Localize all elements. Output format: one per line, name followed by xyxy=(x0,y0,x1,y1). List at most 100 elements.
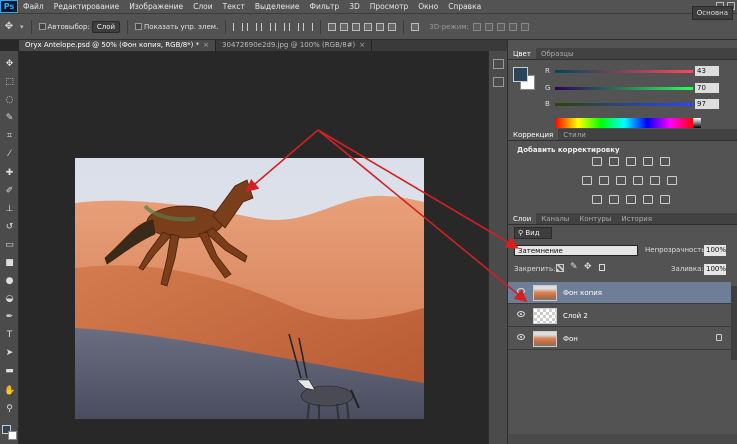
menu-3d[interactable]: 3D xyxy=(344,0,365,13)
3d-slide-icon[interactable] xyxy=(508,22,517,31)
gradient-map-icon[interactable] xyxy=(660,195,670,204)
tab-history[interactable]: История xyxy=(616,213,657,224)
menu-help[interactable]: Справка xyxy=(443,0,486,13)
crop-tool-icon[interactable]: ⌗ xyxy=(4,131,15,141)
eye-icon[interactable] xyxy=(517,288,525,294)
3d-scale-icon[interactable] xyxy=(520,22,529,31)
channel-r-value[interactable]: 43 xyxy=(695,66,719,76)
align-right-icon[interactable] xyxy=(303,22,314,31)
distribute-right-icon[interactable] xyxy=(388,22,397,31)
color-balance-icon[interactable] xyxy=(599,176,609,185)
color-lookup-icon[interactable] xyxy=(667,176,677,185)
3d-roll-icon[interactable] xyxy=(484,22,493,31)
eye-icon[interactable] xyxy=(517,311,525,317)
layer-row-background-copy[interactable]: Фон копия xyxy=(508,282,731,304)
menu-view[interactable]: Просмотр xyxy=(365,0,414,13)
workspace-switcher[interactable]: Основна xyxy=(691,6,733,20)
photo-filter-icon[interactable] xyxy=(633,176,643,185)
channel-b-slider[interactable] xyxy=(555,103,693,106)
hand-tool-icon[interactable]: ✋ xyxy=(4,386,15,396)
distribute-top-icon[interactable] xyxy=(328,22,337,31)
lock-position-icon[interactable]: ✥ xyxy=(584,262,592,272)
exposure-icon[interactable] xyxy=(643,157,653,166)
lock-pixels-icon[interactable]: ✎ xyxy=(570,262,578,272)
fill-input[interactable]: 100% xyxy=(704,264,726,275)
lock-all-icon[interactable] xyxy=(599,264,605,271)
menu-edit[interactable]: Редактирование xyxy=(49,0,124,13)
eyedropper-tool-icon[interactable]: ⁄ xyxy=(4,149,15,159)
menu-layers[interactable]: Слои xyxy=(188,0,218,13)
blur-tool-icon[interactable]: ● xyxy=(4,276,15,286)
close-icon[interactable]: × xyxy=(203,41,209,49)
color-spectrum-ramp[interactable] xyxy=(555,118,693,128)
tab-layers[interactable]: Слои xyxy=(508,213,537,224)
pen-tool-icon[interactable]: ✒ xyxy=(4,312,15,322)
autoselect-dropdown[interactable]: Слой xyxy=(91,20,121,33)
marquee-tool-icon[interactable]: ⬚ xyxy=(4,77,15,87)
distribute-bottom-icon[interactable] xyxy=(352,22,361,31)
move-tool-icon[interactable]: ✥ xyxy=(4,59,15,69)
3d-rotate-icon[interactable] xyxy=(472,22,481,31)
threshold-icon[interactable] xyxy=(626,195,636,204)
align-left-icon[interactable] xyxy=(275,22,286,31)
tab-adjustments[interactable]: Коррекция xyxy=(508,129,559,140)
black-white-icon[interactable] xyxy=(616,176,626,185)
canvas-area[interactable] xyxy=(19,51,507,444)
selective-color-icon[interactable] xyxy=(643,195,653,204)
quick-select-tool-icon[interactable]: ✎ xyxy=(4,113,15,123)
tool-preset-chevron-icon[interactable]: ▾ xyxy=(20,23,24,31)
curves-icon[interactable] xyxy=(626,157,636,166)
zoom-tool-icon[interactable]: ⚲ xyxy=(4,404,15,414)
menu-select[interactable]: Выделение xyxy=(250,0,305,13)
opacity-input[interactable]: 100% xyxy=(704,245,726,256)
channel-g-value[interactable]: 70 xyxy=(695,83,719,93)
menu-file[interactable]: Файл xyxy=(18,0,49,13)
align-hcenter-icon[interactable] xyxy=(289,22,300,31)
channel-g-slider[interactable] xyxy=(555,87,693,90)
levels-icon[interactable] xyxy=(609,157,619,166)
tab-swatches[interactable]: Образцы xyxy=(536,48,579,59)
posterize-icon[interactable] xyxy=(609,195,619,204)
dodge-tool-icon[interactable]: ◒ xyxy=(4,294,15,304)
gradient-tool-icon[interactable]: ■ xyxy=(4,258,15,268)
background-color-swatch[interactable] xyxy=(8,431,17,440)
tab-styles[interactable]: Стили xyxy=(558,129,591,140)
tab-color[interactable]: Цвет xyxy=(508,48,536,59)
show-controls-checkbox[interactable] xyxy=(135,23,143,30)
black-white-ramp[interactable] xyxy=(693,118,701,128)
lock-transparency-icon[interactable] xyxy=(556,264,564,272)
close-icon[interactable]: × xyxy=(359,41,365,49)
align-bottom-icon[interactable] xyxy=(261,22,272,31)
autoselect-checkbox[interactable] xyxy=(38,23,46,30)
stamp-tool-icon[interactable]: ⊥ xyxy=(4,204,15,214)
tab-jpg-image[interactable]: 30472690e2d9.jpg @ 100% (RGB/8#) × xyxy=(216,40,373,51)
menu-text[interactable]: Текст xyxy=(218,0,250,13)
eye-icon[interactable] xyxy=(517,334,525,340)
lasso-tool-icon[interactable]: ◌ xyxy=(4,95,15,105)
layers-scrollbar[interactable] xyxy=(731,286,737,360)
layer-kind-filter[interactable]: ⚲ Вид xyxy=(514,227,552,239)
shape-tool-icon[interactable]: ▬ xyxy=(4,366,15,376)
blend-mode-dropdown[interactable]: Затемнение xyxy=(514,245,638,256)
distribute-left-icon[interactable] xyxy=(364,22,373,31)
healing-tool-icon[interactable]: ✚ xyxy=(4,168,15,178)
channel-b-value[interactable]: 97 xyxy=(695,99,719,109)
type-tool-icon[interactable]: T xyxy=(4,330,15,340)
3d-drag-icon[interactable] xyxy=(496,22,505,31)
tab-channels[interactable]: Каналы xyxy=(536,213,574,224)
channel-r-slider[interactable] xyxy=(555,70,693,73)
menu-filter[interactable]: Фильтр xyxy=(305,0,345,13)
path-select-tool-icon[interactable]: ➤ xyxy=(4,348,15,358)
menu-window[interactable]: Окно xyxy=(413,0,443,13)
history-panel-icon[interactable] xyxy=(493,59,504,69)
invert-icon[interactable] xyxy=(592,195,602,204)
distribute-hcenter-icon[interactable] xyxy=(376,22,385,31)
distribute-vcenter-icon[interactable] xyxy=(340,22,349,31)
foreground-color-swatch[interactable] xyxy=(513,67,528,82)
tab-oryx-antelope[interactable]: Oryx Antelope.psd @ 50% (Фон копия, RGB/… xyxy=(19,40,217,51)
document-canvas[interactable] xyxy=(75,158,424,419)
layer-row-layer-2[interactable]: Слой 2 xyxy=(508,305,731,327)
history-brush-tool-icon[interactable]: ↺ xyxy=(4,222,15,232)
eraser-tool-icon[interactable]: ▭ xyxy=(4,240,15,250)
properties-panel-icon[interactable] xyxy=(493,77,504,87)
